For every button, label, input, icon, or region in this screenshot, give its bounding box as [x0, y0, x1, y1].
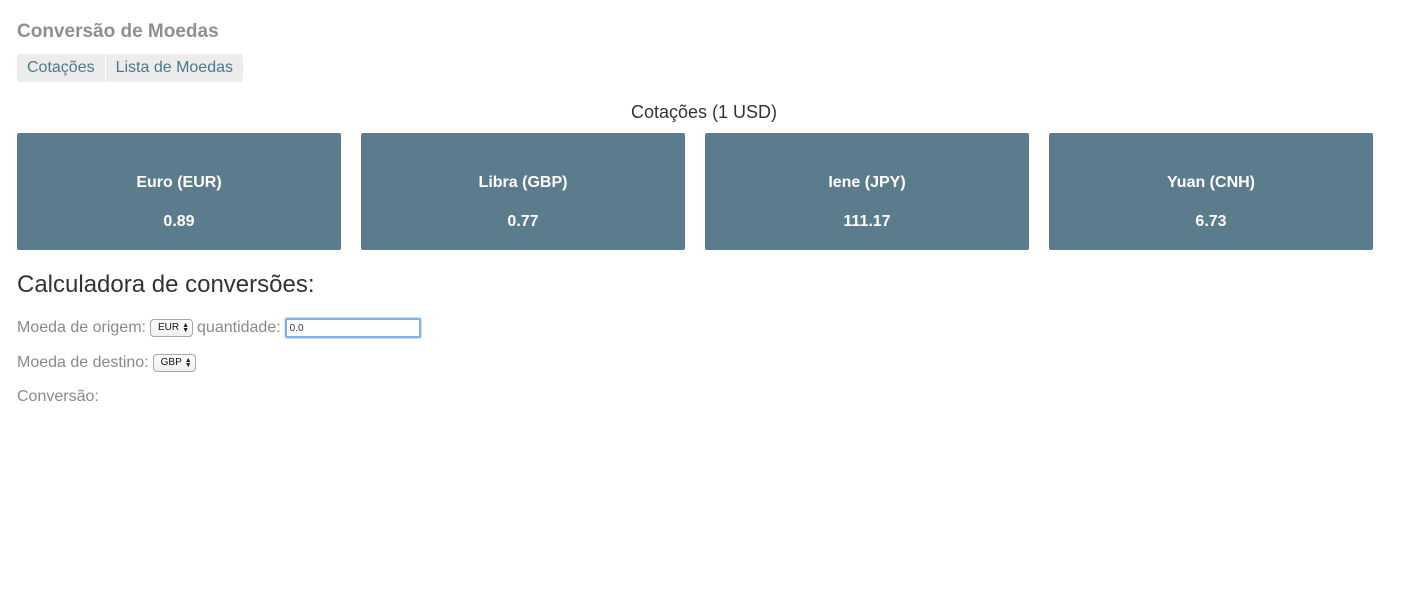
- quote-card-value: 0.77: [507, 213, 539, 230]
- quote-cards: Euro (EUR) 0.89 Libra (GBP) 0.77 Iene (J…: [17, 133, 1373, 250]
- nav-tabs: Cotações Lista de Moedas: [17, 54, 243, 82]
- origin-currency-select[interactable]: EUR ▲ ▼: [149, 319, 194, 337]
- app-title: Conversão de Moedas: [17, 21, 219, 42]
- select-arrows-icon: ▲ ▼: [184, 357, 192, 369]
- quote-card-value: 111.17: [843, 213, 891, 230]
- quote-card-name: Euro (EUR): [136, 174, 222, 191]
- quote-card-name: Yuan (CNH): [1167, 174, 1255, 191]
- quote-card-jpy: Iene (JPY) 111.17: [705, 133, 1029, 250]
- conversion-label: Conversão:: [17, 388, 99, 405]
- quote-card-value: 0.89: [163, 213, 195, 230]
- origin-label: Moeda de origem:: [17, 319, 146, 336]
- origin-row: Moeda de origem: EUR ▲ ▼ quantidade:: [17, 318, 421, 338]
- destination-label: Moeda de destino:: [17, 354, 149, 371]
- quote-card-name: Iene (JPY): [828, 174, 906, 191]
- quote-card-cnh: Yuan (CNH) 6.73: [1049, 133, 1373, 250]
- page: Conversão de Moedas Cotações Lista de Mo…: [0, 0, 1408, 605]
- quantity-label: quantidade:: [197, 319, 281, 336]
- origin-currency-value: EUR: [157, 322, 180, 333]
- quote-card-eur: Euro (EUR) 0.89: [17, 133, 341, 250]
- quote-card-name: Libra (GBP): [478, 174, 568, 191]
- select-arrows-icon: ▲ ▼: [182, 322, 190, 334]
- quantity-input[interactable]: [284, 318, 421, 338]
- calculator-title: Calculadora de conversões:: [17, 271, 315, 298]
- destination-currency-select[interactable]: GBP ▲ ▼: [152, 354, 196, 372]
- quotes-title: Cotações (1 USD): [630, 102, 778, 122]
- quote-card-gbp: Libra (GBP) 0.77: [361, 133, 685, 250]
- result-row: Conversão:: [17, 387, 99, 407]
- tab-cotacoes[interactable]: Cotações: [17, 54, 106, 82]
- quote-card-value: 6.73: [1195, 213, 1227, 230]
- tab-lista-de-moedas[interactable]: Lista de Moedas: [105, 54, 243, 82]
- destination-row: Moeda de destino: GBP ▲ ▼: [17, 353, 196, 373]
- destination-currency-value: GBP: [160, 357, 182, 368]
